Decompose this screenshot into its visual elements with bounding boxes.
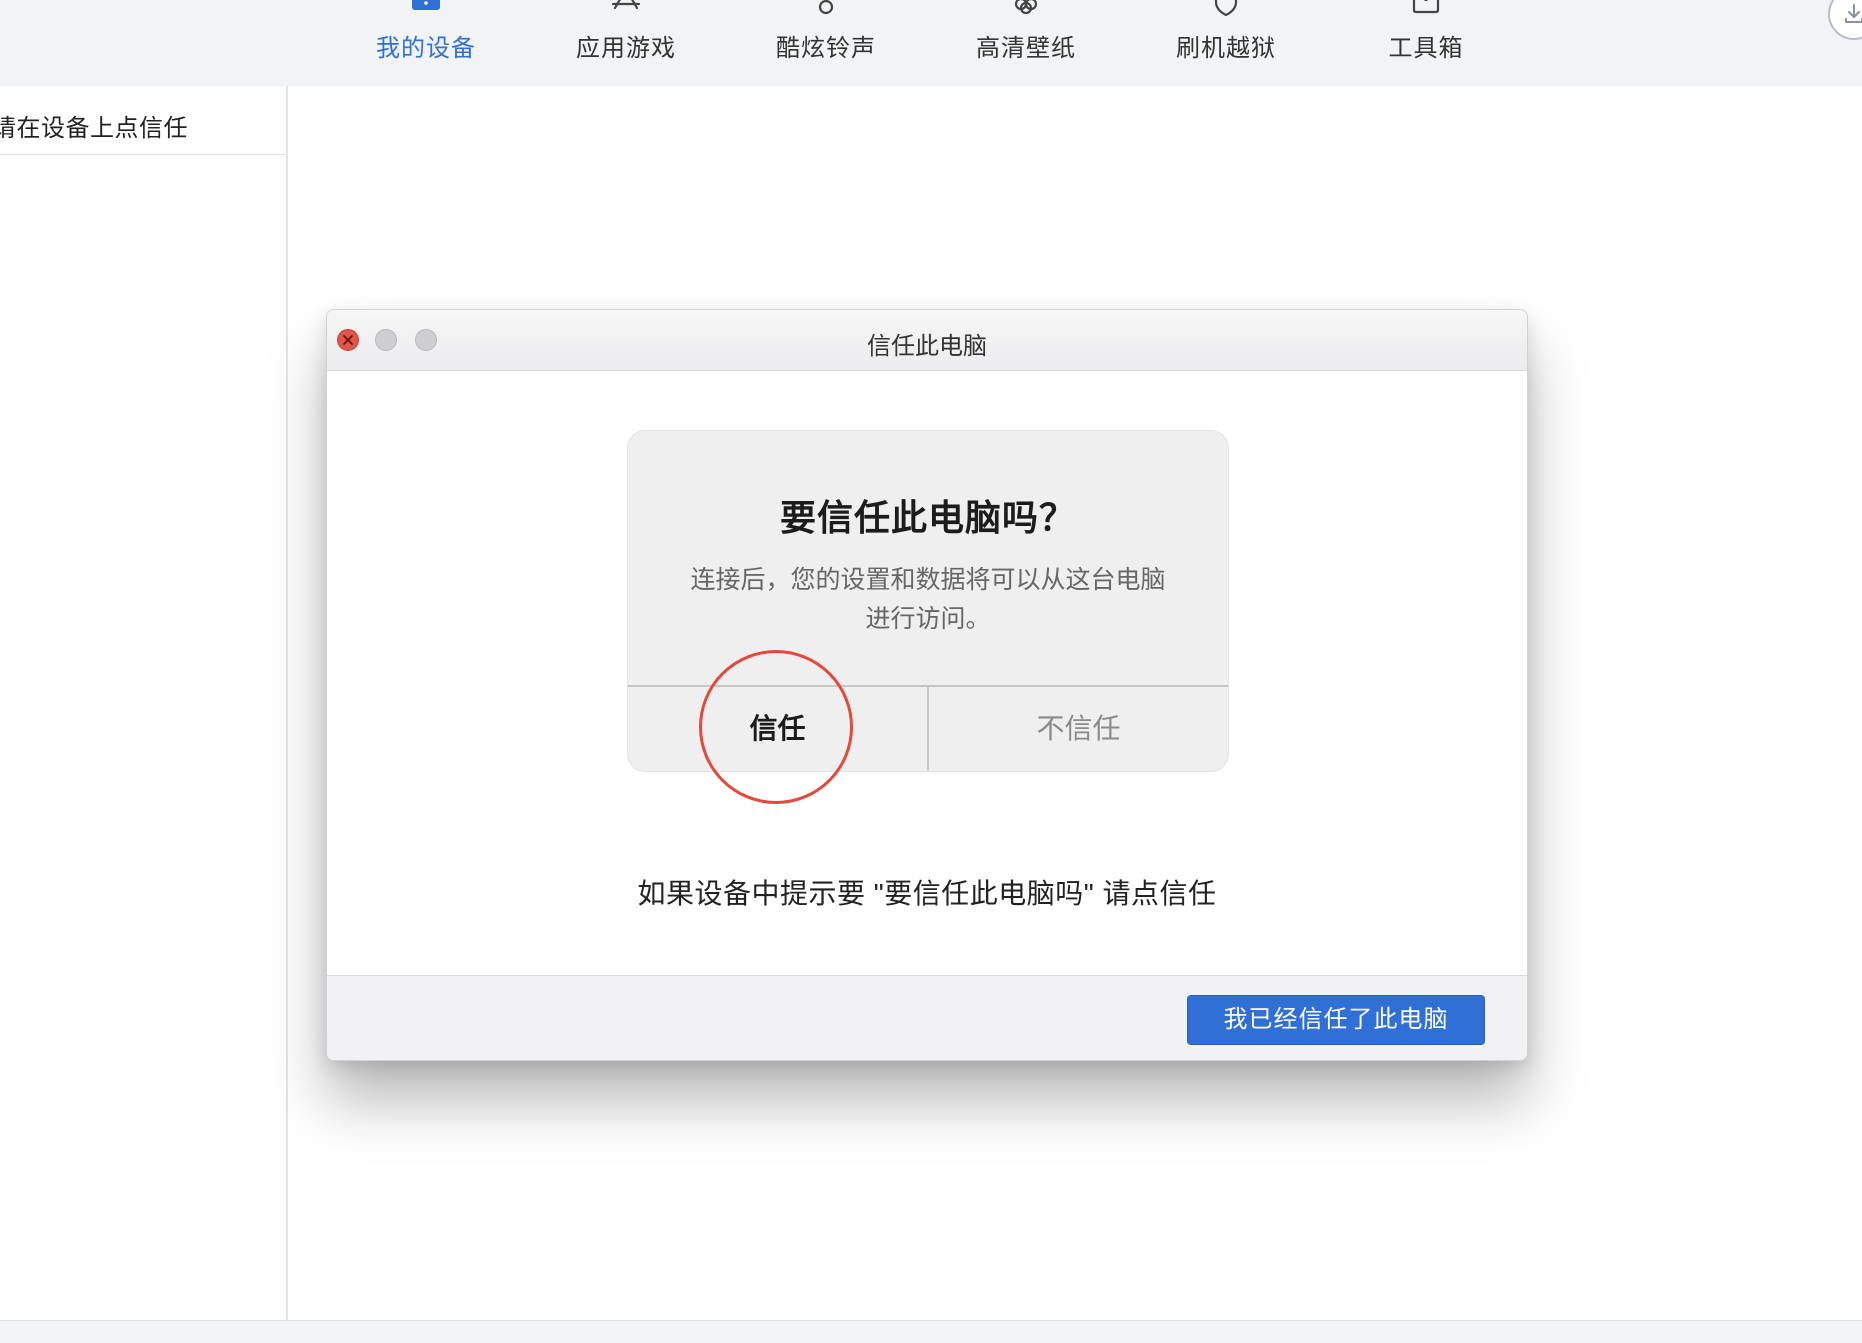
trust-computer-dialog: 信任此电脑 要信任此电脑吗？ 连接后，您的设置和数据将可以从这台电脑进行访问。 … bbox=[326, 309, 1528, 1061]
download-button[interactable] bbox=[1828, 0, 1862, 40]
trust-highlight-circle bbox=[699, 650, 853, 804]
ringtone-icon bbox=[809, 0, 843, 16]
alert-message: 连接后，您的设置和数据将可以从这台电脑进行访问。 bbox=[690, 566, 1166, 633]
trust-instruction-text: 如果设备中提示要 "要信任此电脑吗" 请点信任 bbox=[637, 878, 1217, 909]
nav-tab-flash-jailbreak[interactable]: 刷机越狱 bbox=[1156, 0, 1296, 86]
nav-label: 高清壁纸 bbox=[976, 35, 1076, 62]
nav-label: 应用游戏 bbox=[576, 35, 676, 62]
nav-label: 我的设备 bbox=[376, 35, 476, 62]
sidebar-divider bbox=[0, 154, 286, 155]
dialog-title: 信任此电脑 bbox=[867, 333, 987, 360]
sidebar-trust-hint: 请在设备上点信任 bbox=[0, 115, 188, 142]
nav-label: 刷机越狱 bbox=[1176, 35, 1276, 62]
alert-title: 要信任此电脑吗？ bbox=[779, 497, 1076, 538]
dialog-footer: 我已经信任了此电脑 bbox=[327, 975, 1527, 1060]
shield-icon bbox=[1209, 0, 1243, 17]
wallpaper-icon bbox=[1009, 0, 1043, 16]
nav-label: 酷炫铃声 bbox=[776, 35, 876, 62]
dialog-titlebar: 信任此电脑 bbox=[327, 310, 1527, 371]
top-nav-bar: 我的设备 应用游戏 酷炫铃声 高清壁纸 刷机越狱 工具箱 bbox=[0, 0, 1862, 86]
alert-distrust-option: 不信任 bbox=[1036, 713, 1121, 744]
already-trusted-button[interactable]: 我已经信任了此电脑 bbox=[1187, 995, 1485, 1045]
nav-tab-wallpapers[interactable]: 高清壁纸 bbox=[956, 0, 1096, 86]
nav-tab-toolbox[interactable]: 工具箱 bbox=[1356, 0, 1496, 86]
device-icon bbox=[409, 0, 443, 16]
nav-label: 工具箱 bbox=[1388, 35, 1464, 62]
nav-tab-my-device[interactable]: 我的设备 bbox=[356, 0, 496, 86]
app-store-icon bbox=[609, 0, 643, 16]
nav-tab-ringtones[interactable]: 酷炫铃声 bbox=[756, 0, 896, 86]
device-sidebar: 请在设备上点信任 bbox=[0, 86, 288, 1320]
download-icon bbox=[1842, 2, 1862, 31]
toolbox-icon bbox=[1409, 0, 1443, 16]
nav-tab-apps-games[interactable]: 应用游戏 bbox=[556, 0, 696, 86]
status-bar bbox=[0, 1320, 1862, 1343]
